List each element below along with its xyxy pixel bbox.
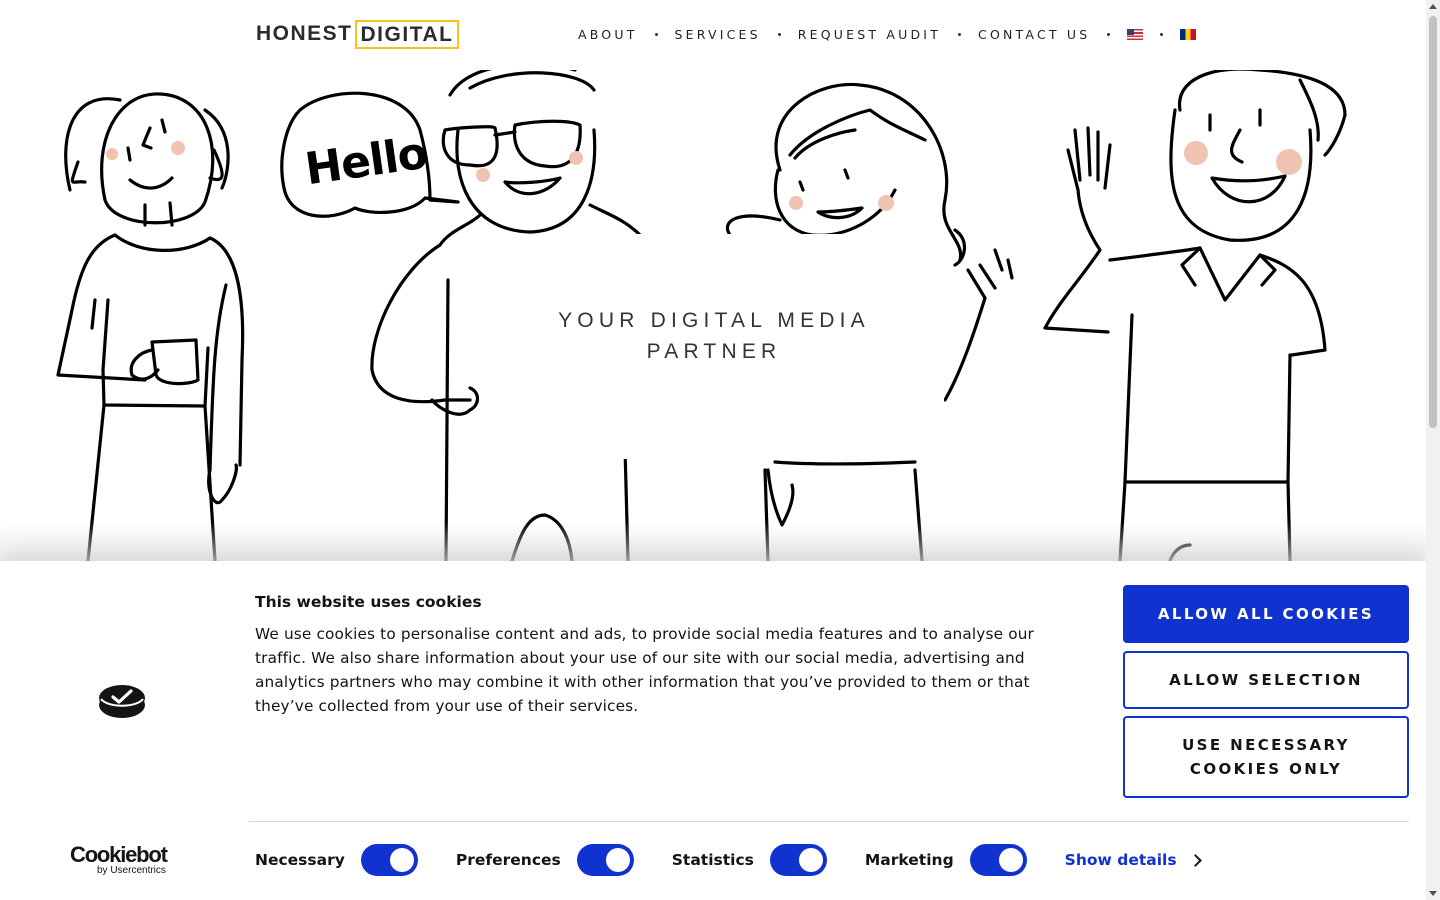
nav-separator — [777, 32, 781, 36]
cookiebot-subtitle: by Usercentrics — [97, 865, 166, 876]
main-nav: ABOUT SERVICES REQUEST AUDIT CONTACT US — [578, 24, 1197, 44]
toggle-knob — [605, 848, 630, 872]
logo-text-honest: HONEST — [256, 22, 353, 45]
toggle-label: Statistics — [671, 851, 754, 869]
toggle-label: Necessary — [255, 851, 345, 869]
cookiebot-logo[interactable]: Cookiebot by Usercentrics — [70, 842, 174, 877]
cookiebot-wordmark: Cookiebot — [70, 842, 168, 867]
scroll-down-arrow-icon[interactable] — [1429, 891, 1437, 896]
necessary-toggle[interactable] — [360, 844, 418, 876]
hero-fade — [0, 521, 1426, 561]
toggle-group-necessary: Necessary — [255, 844, 418, 876]
hero-section: Hello YOUR DIGITAL MEDIA PARTNER — [0, 70, 1426, 561]
us-flag-icon[interactable] — [1127, 28, 1144, 40]
toggle-knob — [798, 848, 823, 872]
nav-services[interactable]: SERVICES — [675, 27, 761, 42]
nav-about[interactable]: ABOUT — [578, 27, 638, 42]
show-details-label: Show details — [1064, 851, 1177, 869]
nav-separator — [958, 32, 962, 36]
cookiebot-check-icon — [99, 685, 145, 718]
allow-selection-button[interactable]: ALLOW SELECTION — [1123, 651, 1409, 709]
marketing-toggle[interactable] — [969, 844, 1027, 876]
cookie-banner-title: This website uses cookies — [255, 593, 482, 611]
toggle-knob — [389, 848, 414, 872]
nav-request-audit[interactable]: REQUEST AUDIT — [798, 27, 941, 42]
romania-flag-icon[interactable] — [1180, 28, 1197, 40]
chevron-right-icon — [1188, 854, 1202, 867]
toggle-label: Preferences — [455, 851, 561, 869]
toggle-label: Marketing — [864, 851, 954, 869]
toggle-group-preferences: Preferences — [456, 844, 634, 876]
use-necessary-cookies-only-button[interactable]: USE NECESSARY COOKIES ONLY — [1123, 716, 1409, 798]
page-scrollbar[interactable] — [1426, 0, 1440, 900]
nav-separator — [1107, 32, 1111, 36]
cookie-banner-text: We use cookies to personalise content an… — [255, 625, 1034, 715]
site-header: HONEST DIGITAL ABOUT SERVICES REQUEST AU… — [0, 0, 1426, 70]
scroll-thumb[interactable] — [1429, 16, 1437, 428]
nav-separator — [1160, 32, 1164, 36]
nav-separator — [654, 32, 658, 36]
toggle-knob — [998, 848, 1023, 872]
logo-text-digital: DIGITAL — [354, 19, 460, 49]
cookie-category-toggles: Necessary Preferences Statistics Marketi… — [255, 844, 1202, 876]
honest-digital-logo[interactable]: HONEST DIGITAL — [256, 19, 460, 49]
preferences-toggle[interactable] — [576, 844, 634, 876]
nav-contact-us[interactable]: CONTACT US — [978, 27, 1090, 42]
statistics-toggle[interactable] — [769, 844, 827, 876]
show-details-link[interactable]: Show details — [1064, 851, 1202, 869]
toggle-group-marketing: Marketing — [865, 844, 1027, 876]
cookie-consent-banner: This website uses cookies We use cookies… — [0, 561, 1426, 900]
toggle-group-statistics: Statistics — [672, 844, 827, 876]
hero-title: YOUR DIGITAL MEDIA PARTNER — [558, 308, 870, 363]
hero-title-box: YOUR DIGITAL MEDIA PARTNER — [484, 234, 944, 459]
waving-man-figure — [1043, 70, 1347, 561]
cookie-banner-divider — [249, 821, 1409, 822]
woman-with-mug-figure — [56, 92, 245, 561]
allow-all-cookies-button[interactable]: ALLOW ALL COOKIES — [1123, 585, 1409, 643]
scroll-up-arrow-icon[interactable] — [1429, 4, 1437, 9]
